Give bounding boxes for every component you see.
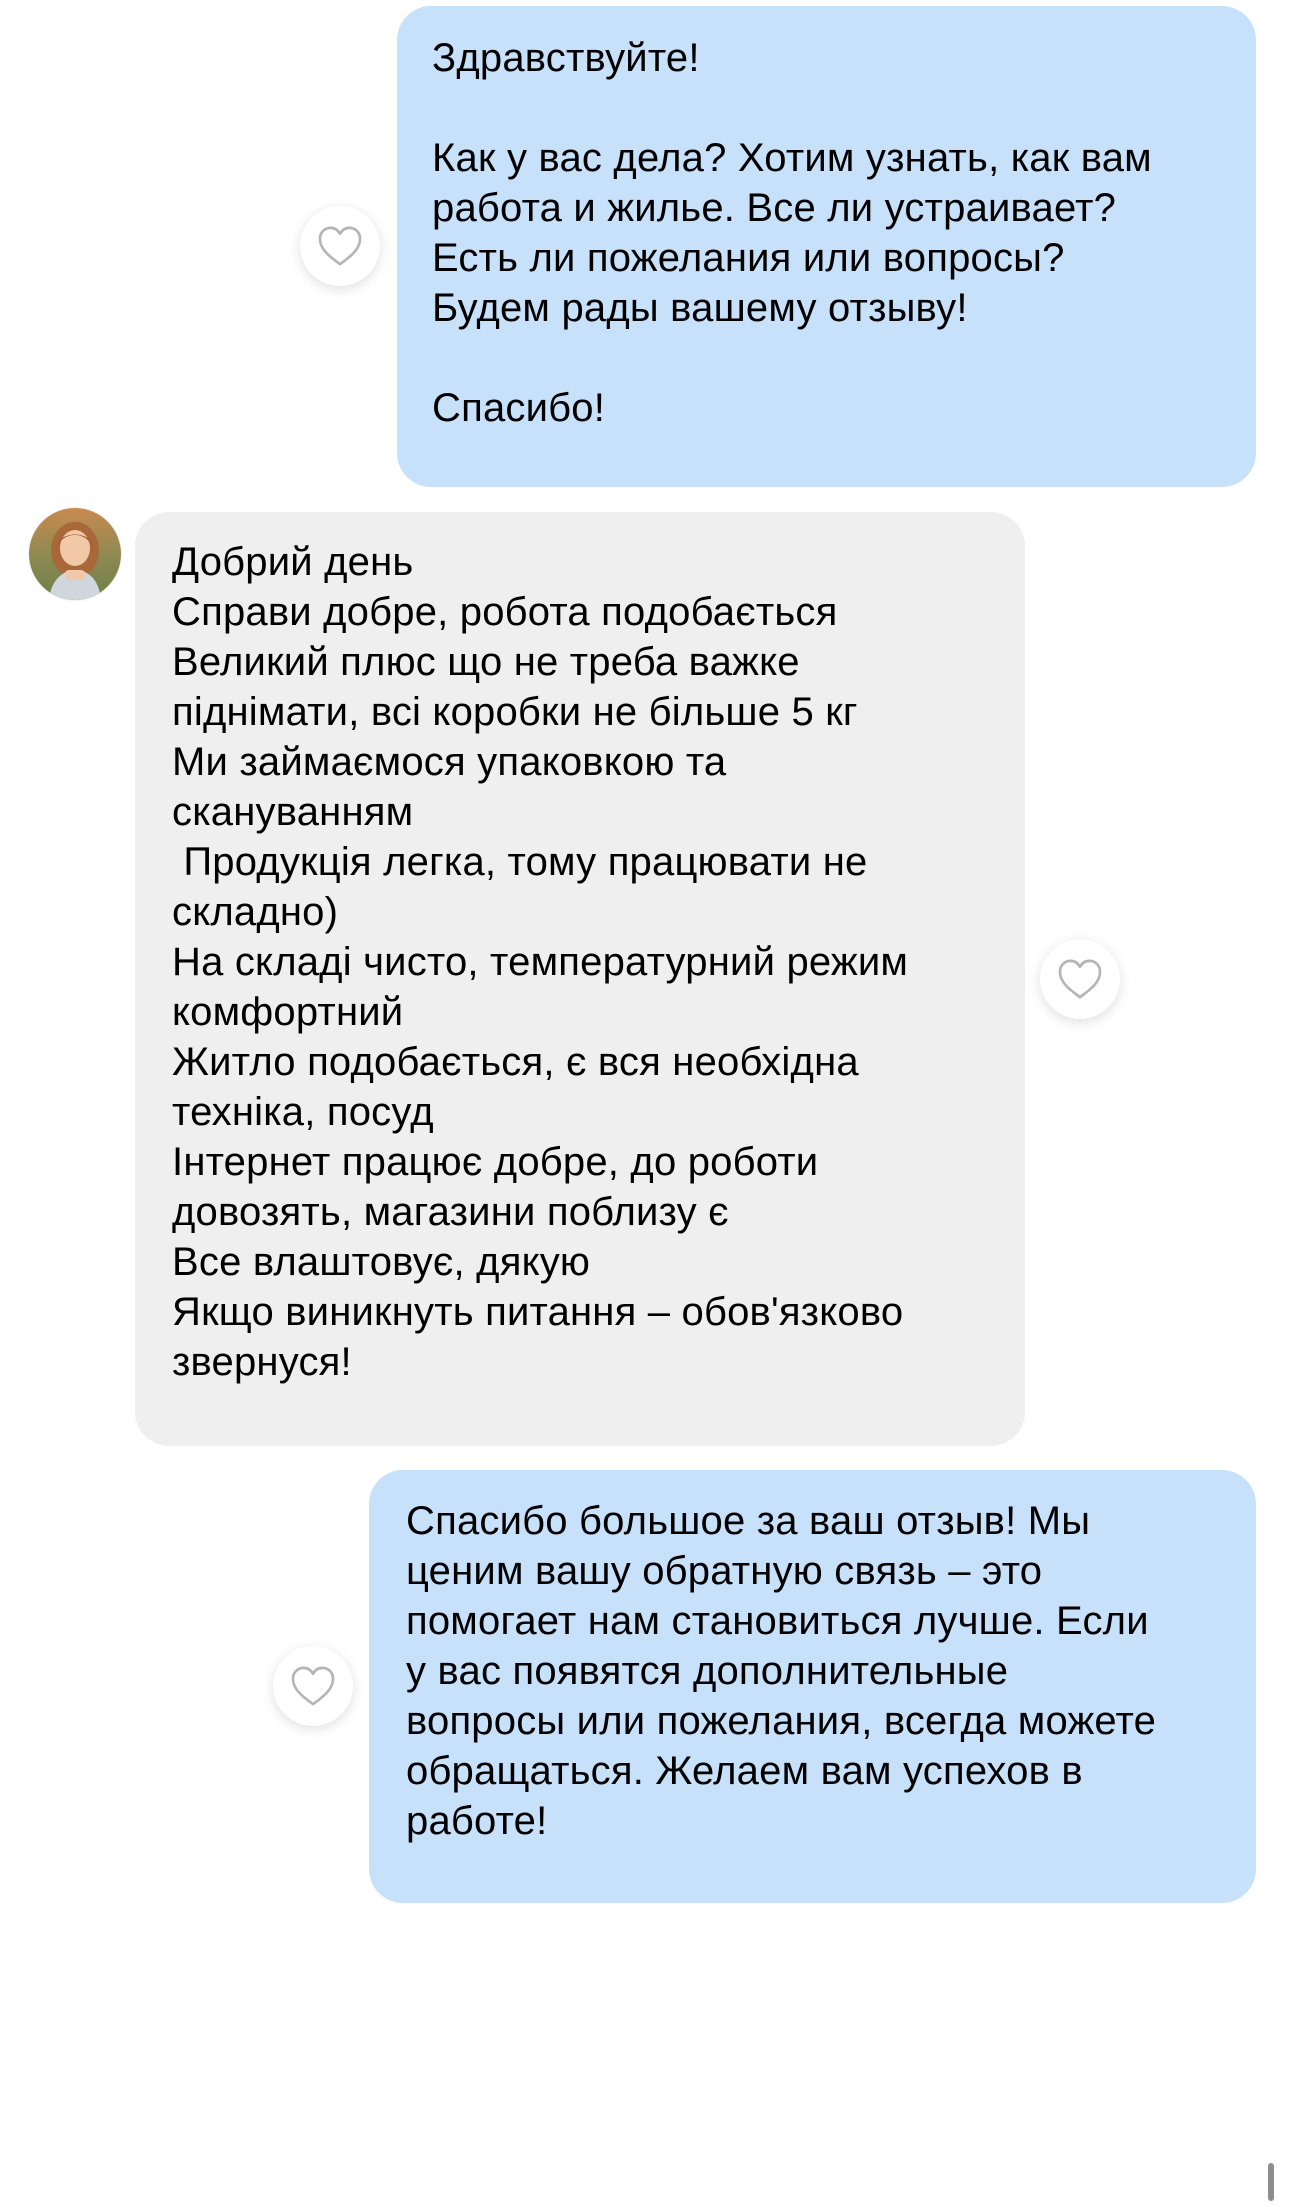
heart-outline-icon (318, 226, 362, 266)
message-line: Якщо виникнуть питання – обов'язково (172, 1290, 904, 1334)
message-line (432, 83, 1256, 133)
message-line: скануванням (172, 790, 414, 834)
contact-avatar (29, 508, 121, 600)
message-line: складно) (172, 890, 339, 934)
message-line: Как у вас дела? Хотим узнать, как вам (432, 136, 1152, 180)
message-line: Есть ли пожелания или вопросы? (432, 236, 1065, 280)
message-line: Спасибо! (432, 386, 606, 430)
avatar[interactable] (29, 508, 121, 600)
message-line (432, 333, 1256, 383)
message-line: работа и жилье. Все ли устраивает? (432, 186, 1117, 230)
message-line: Добрий день (172, 540, 414, 584)
message-line: у вас появятся дополнительные (406, 1649, 1009, 1693)
incoming-message-bubble[interactable]: Добрий день Справи добре, робота подобає… (135, 512, 1025, 1446)
message-line: довозять, магазини поблизу є (172, 1190, 729, 1234)
message-line: Житло подобається, є вся необхідна (172, 1040, 859, 1084)
like-button[interactable] (300, 206, 380, 286)
message-line: техніка, посуд (172, 1090, 434, 1134)
like-button[interactable] (273, 1646, 353, 1726)
heart-outline-icon (1058, 959, 1102, 999)
scrollbar[interactable] (1268, 2163, 1274, 2201)
message-line: Будем рады вашему отзыву! (432, 286, 968, 330)
message-line: Спасибо большое за ваш отзыв! Мы (406, 1499, 1091, 1543)
message-line: На складі чисто, температурний режим (172, 940, 909, 984)
message-line: помогает нам становиться лучше. Если (406, 1599, 1149, 1643)
message-line: Великий плюс що не треба важке (172, 640, 800, 684)
message-line: работе! (406, 1799, 548, 1843)
message-line: ценим вашу обратную связь – это (406, 1549, 1043, 1593)
message-line: звернуся! (172, 1340, 352, 1384)
heart-outline-icon (291, 1666, 335, 1706)
message-line: Інтернет працює добре, до роботи (172, 1140, 819, 1184)
message-line: вопросы или пожелания, всегда можете (406, 1699, 1157, 1743)
like-button[interactable] (1040, 939, 1120, 1019)
message-line: Справи добре, робота подобається (172, 590, 838, 634)
message-line: обращаться. Желаем вам успехов в (406, 1749, 1083, 1793)
message-line: комфортний (172, 990, 404, 1034)
outgoing-message-bubble[interactable]: Здравствуйте! Как у вас дела? Хотим узна… (397, 6, 1256, 487)
message-line: Продукція легка, тому працювати не (172, 840, 868, 884)
message-line: Ми займаємося упаковкою та (172, 740, 727, 784)
message-line: Здравствуйте! (432, 36, 700, 80)
outgoing-message-bubble[interactable]: Спасибо большое за ваш отзыв! Мы ценим в… (369, 1470, 1256, 1903)
message-line: Все влаштовує, дякую (172, 1240, 591, 1284)
message-line: піднімати, всі коробки не більше 5 кг (172, 690, 858, 734)
